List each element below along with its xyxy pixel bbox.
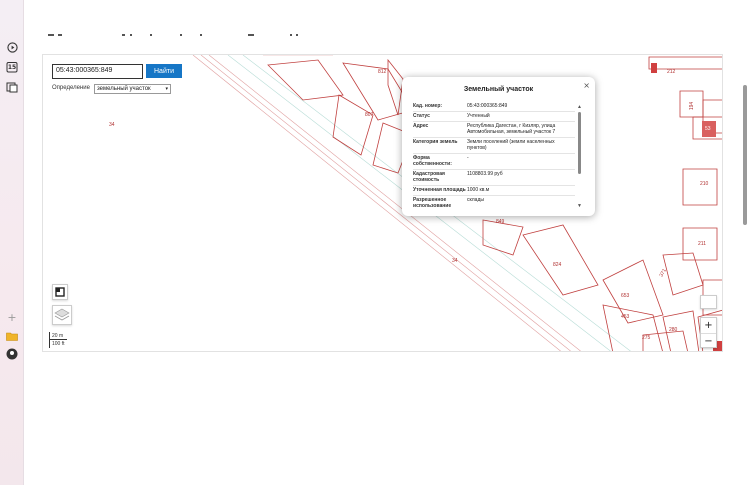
definition-select[interactable]: земельный участок ▾ — [94, 84, 171, 94]
parcel-label: 210 — [700, 181, 709, 187]
attribute-row: Кадастровая стоимость 1108803.99 руб — [413, 170, 575, 186]
chevron-down-icon: ▾ — [165, 86, 168, 92]
truncated-header-text — [40, 28, 320, 42]
popup-scrollbar[interactable]: ▲ ▼ — [577, 104, 582, 209]
window-scrollbar-thumb[interactable] — [743, 85, 747, 225]
cadastral-map[interactable]: 34 812 807 817 212 194 53 210 211 34 824… — [42, 54, 723, 352]
avatar-icon[interactable] — [5, 347, 19, 361]
parcel-label: 212 — [667, 69, 676, 75]
attribute-row: Адрес Республика Дагестан, г Кизляр, улиц… — [413, 122, 575, 138]
popup-scroll-thumb[interactable] — [578, 112, 581, 174]
scroll-up-icon[interactable]: ▲ — [577, 104, 582, 110]
attribute-row: Кад. номер: 05:43:000365:849 — [413, 102, 575, 112]
parcel-label: 807 — [365, 112, 374, 118]
parcel-label: 280 — [669, 327, 678, 333]
play-circle-icon[interactable] — [5, 40, 19, 54]
folder-icon[interactable] — [5, 329, 19, 343]
parcel-label: 34 — [452, 258, 458, 264]
find-button[interactable]: Найти — [146, 64, 182, 78]
zoom-out-button[interactable]: − — [701, 333, 716, 348]
scale-metric: 20 m — [49, 332, 67, 340]
definition-select-value: земельный участок — [97, 86, 151, 92]
calendar-day: 15 — [7, 63, 17, 71]
parcel-label: 824 — [553, 262, 562, 268]
parcel-label: 812 — [378, 69, 387, 75]
popup-title: Земельный участок — [463, 86, 534, 93]
parcel-label: 53 — [705, 126, 711, 132]
parcel-label: 211 — [698, 241, 706, 247]
calendar-icon[interactable]: 15 — [5, 60, 19, 74]
parcel-label: 275 — [642, 335, 651, 341]
cadastral-search-input[interactable]: 05:43:000365:849 — [52, 64, 143, 79]
browser-sidebar: 15 + — [0, 0, 24, 485]
scroll-down-icon[interactable]: ▼ — [577, 203, 582, 209]
fullscreen-button[interactable] — [700, 295, 717, 309]
zoom-in-button[interactable]: + — [701, 318, 716, 333]
attribute-row: Форма собственности: - — [413, 154, 575, 170]
parcel-attributes: Кад. номер: 05:43:000365:849 Статус Учтенн… — [413, 102, 575, 209]
parcel-label: 653 — [621, 293, 630, 299]
definition-label: Определение — [52, 85, 90, 91]
scale-bar: 20 m 100 ft — [49, 332, 67, 348]
attribute-row: Статус Учтенный — [413, 112, 575, 122]
parcel-label: 453 — [621, 314, 630, 320]
zoom-control: + − — [700, 317, 717, 348]
plus-icon[interactable]: + — [5, 310, 19, 324]
attribute-row: Уточненная площадь 1000 кв.м — [413, 186, 575, 196]
screenshot-icon[interactable] — [5, 80, 19, 94]
parcel-label: 194 — [689, 101, 696, 111]
layers-button[interactable] — [52, 305, 72, 325]
attribute-row: Разрешенное использование склады — [413, 196, 575, 209]
attribute-row: Категория земель Земли поселений (земли н… — [413, 138, 575, 154]
parcel-info-popup: Земельный участок × Кад. номер: 05:43:000… — [402, 77, 595, 216]
parcel-label: 34 — [109, 122, 115, 128]
scale-imperial: 100 ft — [49, 340, 67, 348]
close-icon[interactable]: × — [583, 81, 590, 90]
parcel-label: 849 — [496, 219, 505, 225]
basemap-toggle-button[interactable] — [52, 284, 68, 300]
